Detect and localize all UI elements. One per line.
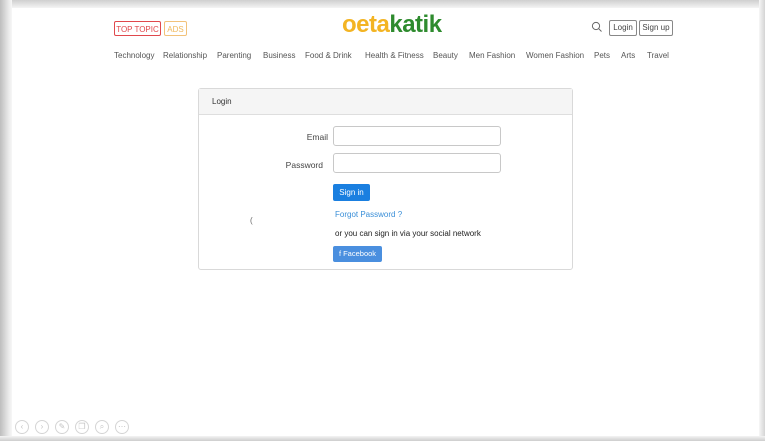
nav-item-travel[interactable]: Travel bbox=[647, 51, 669, 60]
nav-item-men-fashion[interactable]: Men Fashion bbox=[469, 51, 515, 60]
window-frame-right bbox=[759, 0, 765, 441]
nav-item-beauty[interactable]: Beauty bbox=[433, 51, 458, 60]
email-label: Email bbox=[306, 132, 328, 142]
nav-item-technology[interactable]: Technology bbox=[114, 51, 154, 60]
nav-item-pets[interactable]: Pets bbox=[594, 51, 610, 60]
login-panel-title: Login bbox=[199, 89, 572, 115]
pen-icon[interactable]: ✎ bbox=[55, 420, 69, 434]
forward-icon[interactable]: › bbox=[35, 420, 49, 434]
nav-item-health-fitness[interactable]: Health & Fitness bbox=[365, 51, 424, 60]
social-signin-text: or you can sign in via your social netwo… bbox=[335, 229, 481, 238]
category-nav: Technology Relationship Parenting Busine… bbox=[0, 51, 765, 63]
ads-button[interactable]: ADS bbox=[164, 21, 187, 36]
zoom-icon[interactable]: ⌕ bbox=[95, 420, 109, 434]
top-topic-button[interactable]: TOP TOPIC bbox=[114, 21, 161, 36]
login-button[interactable]: Login bbox=[609, 20, 637, 36]
logo-part-2: katik bbox=[389, 11, 442, 38]
nav-item-business[interactable]: Business bbox=[263, 51, 295, 60]
search-icon[interactable] bbox=[590, 20, 604, 34]
email-field[interactable] bbox=[333, 126, 501, 146]
nav-item-relationship[interactable]: Relationship bbox=[163, 51, 207, 60]
more-icon[interactable]: ⋯ bbox=[115, 420, 129, 434]
window-frame-bottom bbox=[0, 436, 765, 441]
nav-item-arts[interactable]: Arts bbox=[621, 51, 635, 60]
password-field[interactable] bbox=[333, 153, 501, 173]
sign-in-button[interactable]: Sign in bbox=[333, 184, 370, 201]
forgot-password-link[interactable]: Forgot Password ? bbox=[335, 210, 402, 219]
nav-item-women-fashion[interactable]: Women Fashion bbox=[526, 51, 584, 60]
site-logo[interactable]: oetakatik bbox=[342, 11, 442, 39]
login-panel: Login Email Password Sign in ( Forgot Pa… bbox=[198, 88, 573, 270]
copy-icon[interactable]: ❐ bbox=[75, 420, 89, 434]
stray-character: ( bbox=[250, 216, 253, 225]
nav-item-parenting[interactable]: Parenting bbox=[217, 51, 251, 60]
logo-part-1: oeta bbox=[342, 11, 390, 38]
signup-button[interactable]: Sign up bbox=[639, 20, 673, 36]
nav-item-food-drink[interactable]: Food & Drink bbox=[305, 51, 352, 60]
window-frame-top bbox=[0, 0, 765, 8]
facebook-login-button[interactable]: f Facebook bbox=[333, 246, 382, 262]
password-label: Password bbox=[285, 160, 323, 170]
window-frame-left bbox=[0, 0, 12, 441]
back-icon[interactable]: ‹ bbox=[15, 420, 29, 434]
